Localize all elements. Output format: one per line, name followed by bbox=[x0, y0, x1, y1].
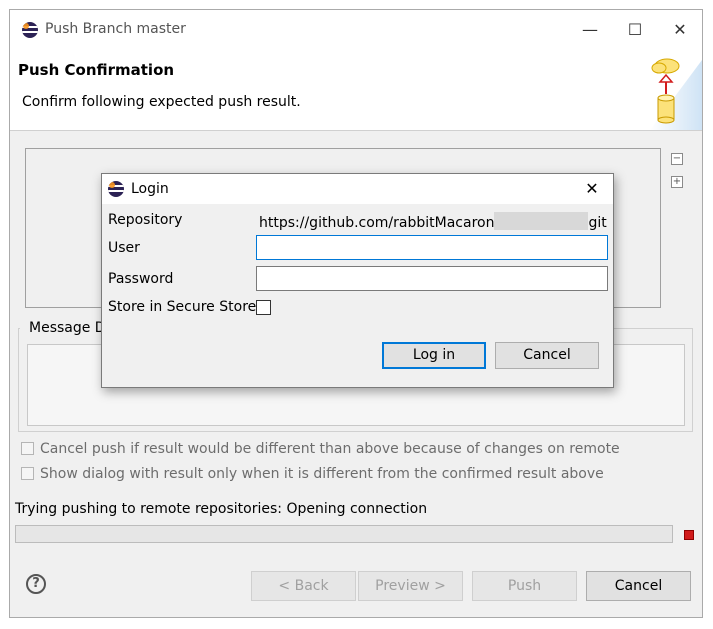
show-dialog-checkbox[interactable] bbox=[21, 467, 34, 480]
stop-icon[interactable] bbox=[684, 530, 694, 540]
message-details-label: Message D bbox=[20, 320, 106, 336]
preview-button[interactable]: Preview > bbox=[358, 571, 463, 601]
login-title: Login bbox=[131, 181, 169, 197]
status-text: Trying pushing to remote repositories: O… bbox=[15, 501, 428, 517]
push-banner-icon bbox=[630, 50, 702, 130]
user-label: User bbox=[108, 240, 140, 256]
page-title: Push Confirmation bbox=[18, 61, 175, 79]
login-button[interactable]: Log in bbox=[382, 342, 486, 369]
close-icon[interactable]: ✕ bbox=[660, 16, 700, 44]
minimize-icon[interactable]: — bbox=[570, 16, 610, 44]
password-input[interactable] bbox=[256, 266, 608, 291]
login-close-icon[interactable]: ✕ bbox=[577, 176, 607, 202]
window-titlebar: Push Branch master — ☐ ✕ bbox=[10, 10, 702, 50]
push-button[interactable]: Push bbox=[472, 571, 577, 601]
eclipse-icon bbox=[108, 181, 124, 197]
back-button[interactable]: < Back bbox=[251, 571, 356, 601]
window-title: Push Branch master bbox=[45, 21, 186, 37]
redacted-block bbox=[494, 212, 589, 230]
collapse-all-icon[interactable]: − bbox=[671, 153, 683, 165]
login-cancel-button[interactable]: Cancel bbox=[495, 342, 599, 369]
password-label: Password bbox=[108, 271, 174, 287]
login-titlebar: Login ✕ bbox=[102, 174, 613, 204]
eclipse-icon bbox=[22, 22, 38, 38]
page-subtitle: Confirm following expected push result. bbox=[22, 94, 301, 110]
user-input[interactable] bbox=[256, 235, 608, 260]
cancel-if-different-checkbox[interactable] bbox=[21, 442, 34, 455]
show-dialog-option[interactable]: Show dialog with result only when it is … bbox=[21, 466, 604, 482]
show-dialog-label: Show dialog with result only when it is … bbox=[40, 466, 604, 482]
cancel-if-different-label: Cancel push if result would be different… bbox=[40, 441, 620, 457]
cancel-button[interactable]: Cancel bbox=[586, 571, 691, 601]
maximize-icon[interactable]: ☐ bbox=[615, 16, 655, 44]
progress-bar bbox=[15, 525, 673, 543]
store-secure-label: Store in Secure Store bbox=[108, 299, 257, 315]
expand-all-icon[interactable]: + bbox=[671, 176, 683, 188]
login-dialog: Login ✕ Repository https://github.com/ra… bbox=[101, 173, 614, 388]
help-icon[interactable]: ? bbox=[26, 574, 46, 594]
cancel-if-different-option[interactable]: Cancel push if result would be different… bbox=[21, 441, 620, 457]
wizard-header: Push Confirmation Confirm following expe… bbox=[10, 50, 702, 131]
repository-value: https://github.com/rabbitMacaron git bbox=[259, 212, 607, 231]
store-secure-checkbox[interactable] bbox=[256, 300, 271, 315]
repository-label: Repository bbox=[108, 212, 183, 228]
